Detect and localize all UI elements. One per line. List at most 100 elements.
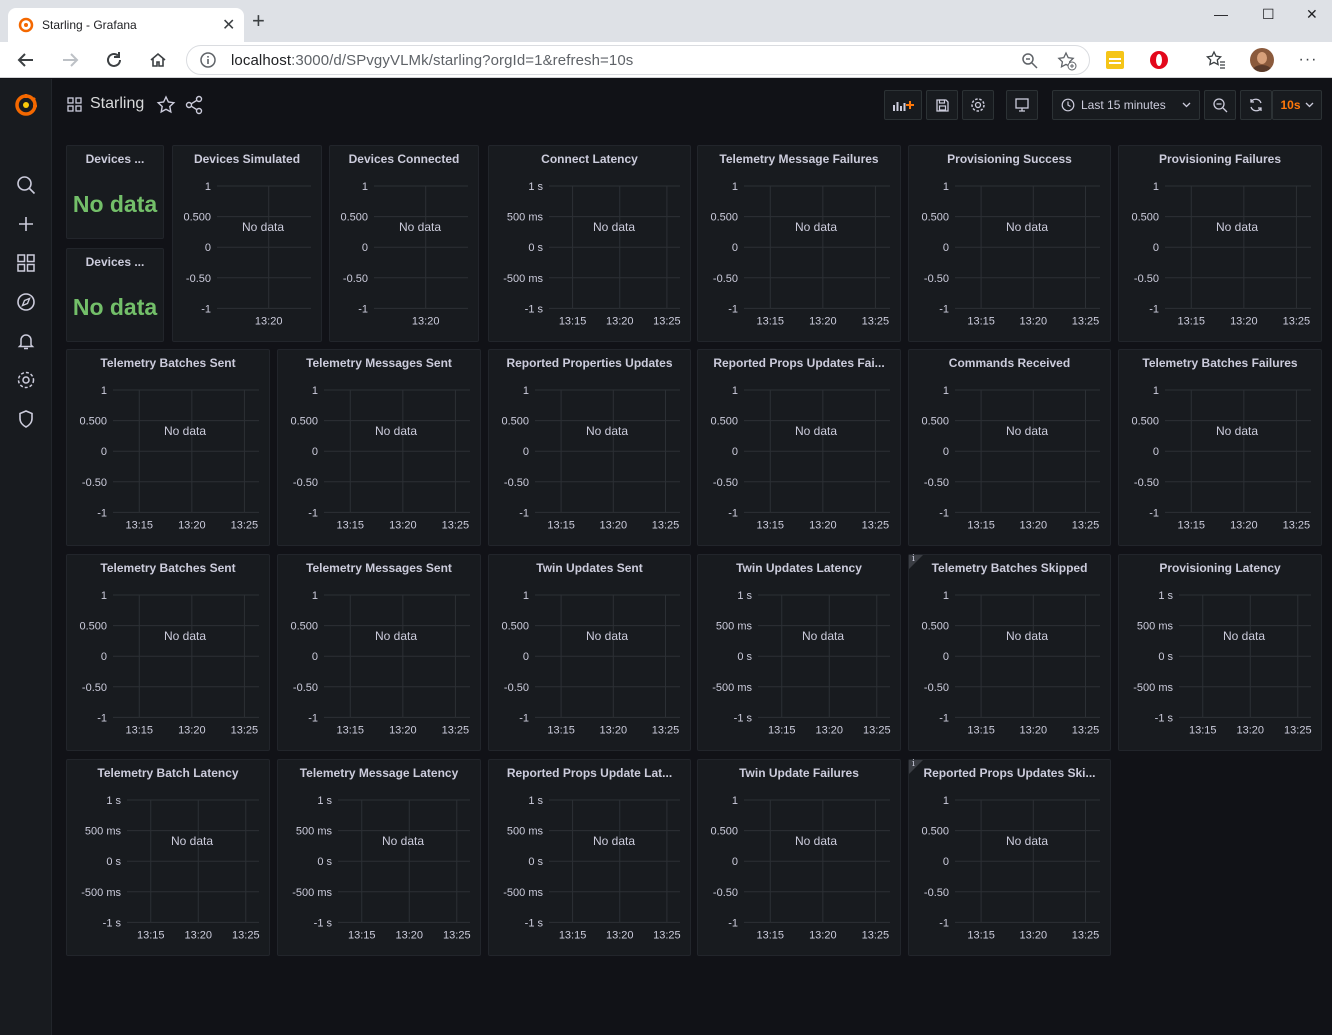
panel-title[interactable]: Twin Update Failures	[698, 766, 900, 780]
stat-panel[interactable]: Devices ... No data	[66, 145, 164, 239]
graph-panel[interactable]: Devices Simulated 1 0.500 0 -0.50 -1 13:20 No d…	[172, 145, 322, 342]
graph-panel[interactable]: Telemetry Messages Sent 1 0.500 0 -0.50 -1 13:…	[277, 554, 481, 751]
browser-tab[interactable]: Starling - Grafana ✕	[8, 8, 244, 42]
graph-plot[interactable]: 1 0.500 0 -0.50 -1 13:15 13:20 13:25	[489, 579, 692, 748]
graph-plot[interactable]: 1 0.500 0 -0.50 -1 13:15 13:20 13:25	[278, 374, 482, 543]
graph-panel[interactable]: Telemetry Batches Failures 1 0.500 0 -0.50 -1…	[1118, 349, 1322, 546]
graph-plot[interactable]: 1 0.500 0 -0.50 -1 13:15 13:20 13:25	[909, 784, 1112, 953]
panel-title[interactable]: Connect Latency	[489, 152, 690, 166]
graph-plot[interactable]: 1 s 500 ms 0 s -500 ms -1 s 13:15 13:20 13:25	[67, 784, 271, 953]
panel-title[interactable]: Telemetry Batches Sent	[67, 356, 269, 370]
graph-panel[interactable]: Telemetry Batch Latency 1 s 500 ms 0 s -500 …	[66, 759, 270, 956]
refresh-interval-picker[interactable]: 10s	[1272, 90, 1322, 120]
graph-plot[interactable]: 1 0.500 0 -0.50 -1 13:15 13:20 13:25	[909, 579, 1112, 748]
info-icon[interactable]	[199, 51, 217, 69]
favorite-add-icon[interactable]	[1057, 51, 1077, 71]
graph-plot[interactable]: 1 s 500 ms 0 s -500 ms -1 s 13:15 13:20 13:25	[1119, 579, 1323, 748]
graph-panel[interactable]: Provisioning Latency 1 s 500 ms 0 s -500 ms -…	[1118, 554, 1322, 751]
add-panel-button[interactable]	[884, 90, 922, 120]
minimize-icon[interactable]: —	[1214, 6, 1228, 22]
graph-plot[interactable]: 1 s 500 ms 0 s -500 ms -1 s 13:15 13:20 13:25	[278, 784, 482, 953]
graph-plot[interactable]: 1 s 500 ms 0 s -500 ms -1 s 13:15 13:20 13:25	[698, 579, 902, 748]
close-tab-icon[interactable]: ✕	[222, 15, 235, 35]
graph-panel[interactable]: Commands Received 1 0.500 0 -0.50 -1 13:15 13:2…	[908, 349, 1111, 546]
graph-panel[interactable]: Telemetry Batches Sent 1 0.500 0 -0.50 -1 13:1…	[66, 554, 270, 751]
graph-plot[interactable]: 1 s 500 ms 0 s -500 ms -1 s 13:15 13:20 13:25	[489, 170, 692, 339]
graph-plot[interactable]: 1 0.500 0 -0.50 -1 13:15 13:20 13:25	[67, 374, 271, 543]
graph-plot[interactable]: 1 0.500 0 -0.50 -1 13:15 13:20 13:25	[489, 374, 692, 543]
panel-title[interactable]: Provisioning Failures	[1119, 152, 1321, 166]
panel-title[interactable]: Provisioning Latency	[1119, 561, 1321, 575]
graph-panel[interactable]: Telemetry Batches Sent 1 0.500 0 -0.50 -1 13:1…	[66, 349, 270, 546]
graph-panel[interactable]: Telemetry Messages Sent 1 0.500 0 -0.50 -1 13:…	[277, 349, 481, 546]
panel-title[interactable]: Telemetry Message Latency	[278, 766, 480, 780]
close-window-icon[interactable]: ✕	[1306, 6, 1318, 23]
graph-panel[interactable]: Connect Latency 1 s 500 ms 0 s -500 ms -1 s 13…	[488, 145, 691, 342]
panel-title[interactable]: Telemetry Batches Failures	[1119, 356, 1321, 370]
address-bar[interactable]: localhost:3000/d/SPvgyVLMk/starling?orgI…	[186, 45, 1090, 75]
new-tab-icon[interactable]: +	[252, 10, 265, 32]
graph-panel[interactable]: i Reported Props Updates Ski... 1 0.500 0 -0.…	[908, 759, 1111, 956]
graph-plot[interactable]: 1 0.500 0 -0.50 -1 13:15 13:20 13:25	[909, 170, 1112, 339]
opera-icon[interactable]	[1147, 48, 1171, 72]
graph-plot[interactable]: 1 0.500 0 -0.50 -1 13:15 13:20 13:25	[67, 579, 271, 748]
reload-icon[interactable]	[102, 48, 126, 72]
graph-plot[interactable]: 1 0.500 0 -0.50 -1 13:15 13:20 13:25	[909, 374, 1112, 543]
tv-mode-button[interactable]	[1006, 90, 1038, 120]
home-icon[interactable]	[146, 48, 170, 72]
zoom-out-button[interactable]	[1204, 90, 1236, 120]
grafana-logo[interactable]	[12, 91, 40, 119]
profile-avatar[interactable]	[1250, 48, 1274, 72]
graph-panel[interactable]: Reported Properties Updates 1 0.500 0 -0.50 -…	[488, 349, 691, 546]
more-icon[interactable]: ···	[1296, 48, 1320, 72]
dashboards-icon[interactable]	[14, 251, 38, 275]
panel-title[interactable]: Telemetry Messages Sent	[278, 561, 480, 575]
dashboard-title[interactable]: Starling	[90, 95, 144, 113]
back-icon[interactable]	[14, 48, 38, 72]
maximize-icon[interactable]: ☐	[1262, 6, 1275, 23]
graph-panel[interactable]: Twin Update Failures 1 0.500 0 -0.50 -1 13:15 1…	[697, 759, 901, 956]
graph-panel[interactable]: Reported Props Updates Fai... 1 0.500 0 -0.5…	[697, 349, 901, 546]
panel-title[interactable]: Devices Simulated	[173, 152, 321, 166]
graph-plot[interactable]: 1 0.500 0 -0.50 -1 13:15 13:20 13:25	[1119, 170, 1323, 339]
panel-title[interactable]: Twin Updates Sent	[489, 561, 690, 575]
panel-title[interactable]: Commands Received	[909, 356, 1110, 370]
panel-title[interactable]: Telemetry Batches Sent	[67, 561, 269, 575]
graph-plot[interactable]: 1 0.500 0 -0.50 -1 13:15 13:20 13:25	[278, 579, 482, 748]
graph-plot[interactable]: 1 s 500 ms 0 s -500 ms -1 s 13:15 13:20 13:25	[489, 784, 692, 953]
graph-panel[interactable]: Telemetry Message Latency 1 s 500 ms 0 s -50…	[277, 759, 481, 956]
star-icon[interactable]	[156, 95, 176, 115]
panel-title[interactable]: Telemetry Messages Sent	[278, 356, 480, 370]
panel-title[interactable]: Devices ...	[67, 255, 163, 269]
panel-title[interactable]: Telemetry Batches Skipped	[909, 561, 1110, 575]
panel-title[interactable]: Reported Props Update Lat...	[489, 766, 690, 780]
panel-title[interactable]: Provisioning Success	[909, 152, 1110, 166]
graph-panel[interactable]: Telemetry Message Failures 1 0.500 0 -0.50 -1…	[697, 145, 901, 342]
graph-plot[interactable]: 1 0.500 0 -0.50 -1 13:15 13:20 13:25	[1119, 374, 1323, 543]
alert-bell-icon[interactable]	[14, 329, 38, 353]
panel-title[interactable]: Devices Connected	[330, 152, 478, 166]
graph-plot[interactable]: 1 0.500 0 -0.50 -1 13:15 13:20 13:25	[698, 170, 902, 339]
panel-title[interactable]: Reported Props Updates Ski...	[909, 766, 1110, 780]
shield-icon[interactable]	[14, 407, 38, 431]
panel-title[interactable]: Reported Props Updates Fai...	[698, 356, 900, 370]
graph-panel[interactable]: Reported Props Update Lat... 1 s 500 ms 0 s…	[488, 759, 691, 956]
extension-icon[interactable]	[1103, 48, 1127, 72]
graph-panel[interactable]: i Telemetry Batches Skipped 1 0.500 0 -0.50 -1…	[908, 554, 1111, 751]
panel-title[interactable]: Reported Properties Updates	[489, 356, 690, 370]
gear-icon[interactable]	[14, 368, 38, 392]
plus-icon[interactable]	[14, 212, 38, 236]
forward-icon[interactable]	[58, 48, 82, 72]
graph-panel[interactable]: Provisioning Failures 1 0.500 0 -0.50 -1 13:15…	[1118, 145, 1322, 342]
favorites-icon[interactable]	[1204, 48, 1228, 72]
stat-panel[interactable]: Devices ... No data	[66, 248, 164, 342]
save-dashboard-button[interactable]	[926, 90, 958, 120]
time-picker-button[interactable]: Last 15 minutes	[1052, 90, 1200, 120]
graph-plot[interactable]: 1 0.500 0 -0.50 -1 13:20	[330, 170, 480, 339]
dashboard-settings-button[interactable]	[962, 90, 994, 120]
search-icon[interactable]	[14, 173, 38, 197]
graph-plot[interactable]: 1 0.500 0 -0.50 -1 13:20	[173, 170, 323, 339]
explore-icon[interactable]	[14, 290, 38, 314]
panel-title[interactable]: Telemetry Batch Latency	[67, 766, 269, 780]
graph-plot[interactable]: 1 0.500 0 -0.50 -1 13:15 13:20 13:25	[698, 784, 902, 953]
